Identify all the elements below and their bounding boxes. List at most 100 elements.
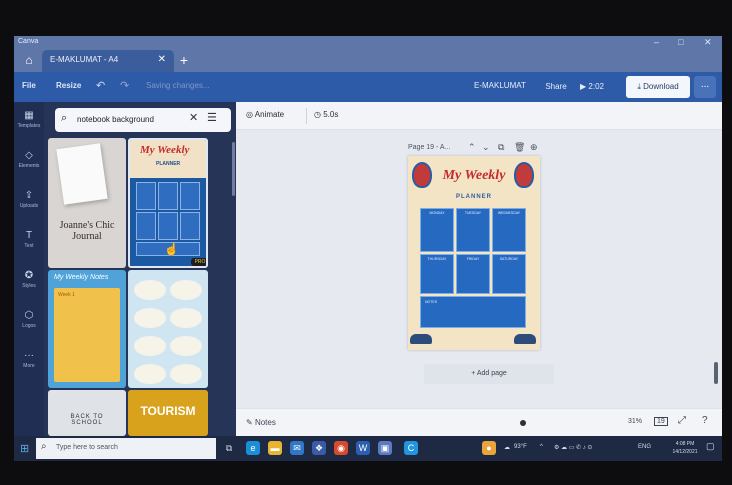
template-thumbnail-tourism[interactable]: TOURISM (128, 390, 208, 436)
weather-icon[interactable]: ☁ (504, 444, 510, 451)
rail-styles[interactable]: ✪ Styles (14, 270, 44, 289)
planner-subtitle: PLANNER (455, 194, 492, 200)
thumbnail-tag: Week 1 (58, 292, 75, 298)
fullscreen-icon[interactable]: ⤢ (678, 415, 686, 426)
tab-close-icon[interactable]: ✕ (158, 54, 166, 65)
day-label: TUESDAY (464, 211, 482, 215)
play-icon: ▶ (580, 82, 587, 91)
planner-cell (158, 212, 178, 240)
add-page-icon[interactable]: ⊕ (530, 142, 538, 153)
notification-icon[interactable]: ▢ (706, 441, 715, 452)
template-thumbnail-weekly-planner[interactable]: My Weekly PLANNER ☝ PRO (128, 138, 208, 268)
rail-templates[interactable]: ▦ Templates (14, 110, 44, 129)
notes-icon: ✎ (246, 418, 253, 427)
oval-shape (134, 336, 166, 356)
notes-button[interactable]: ✎ Notes (246, 418, 276, 427)
rail-elements[interactable]: ◇ Elements (14, 150, 44, 169)
canvas-scrollbar[interactable] (714, 362, 718, 384)
home-icon[interactable]: ⌂ (18, 50, 40, 70)
uploads-icon: ⇪ (24, 190, 34, 201)
day-label: MONDAY (429, 211, 445, 215)
language-indicator[interactable]: ENG (638, 444, 651, 450)
new-tab-button[interactable]: + (174, 50, 194, 70)
minimize-button[interactable]: – (654, 37, 659, 47)
photo-frame: Canva – □ ✕ ⌂ E-MAKLUMAT - A4 ✕ + File R… (0, 0, 732, 485)
search-input[interactable]: ⌕ notebook background ✕ ☰ (55, 108, 231, 132)
file-menu[interactable]: File (22, 81, 36, 90)
text-icon: T (25, 230, 33, 241)
file-explorer-icon[interactable]: ▬ (268, 441, 282, 455)
chrome-icon[interactable]: ◉ (334, 441, 348, 455)
redo-icon[interactable]: ↷ (120, 79, 129, 92)
store-icon[interactable]: ▣ (378, 441, 392, 455)
search-icon: ⌕ (61, 112, 68, 124)
animate-button[interactable]: ◎ Animate (246, 110, 284, 119)
rail-logos[interactable]: ⬡ Logos (14, 310, 44, 329)
page-title[interactable]: Page 19 - A... (408, 144, 450, 151)
help-icon[interactable]: ? (702, 415, 708, 426)
move-page-down-icon[interactable]: ⌄ (482, 142, 490, 153)
present-button[interactable]: ▶ 2:02 (580, 77, 618, 97)
template-thumbnail-ovals[interactable] (128, 270, 208, 388)
edge-icon[interactable]: e (246, 441, 260, 455)
rail-label: Text (24, 243, 34, 249)
close-window-button[interactable]: ✕ (704, 37, 712, 48)
add-page-button[interactable]: + Add page (424, 364, 554, 384)
oval-shape (170, 364, 202, 384)
timer-icon: ◷ (314, 110, 321, 119)
elements-icon: ◇ (25, 150, 33, 161)
tray-chevron-icon[interactable]: ^ (540, 444, 543, 450)
canvas-footer: ✎ Notes 31% 19 ⤢ ? (236, 408, 722, 436)
more-button[interactable]: ... (694, 76, 716, 98)
duplicate-page-icon[interactable]: ⧉ (498, 142, 504, 153)
word-icon[interactable]: W (356, 441, 370, 455)
move-page-up-icon[interactable]: ⌃ (468, 142, 476, 153)
canvas-toolbar: ◎ Animate ◷ 5.0s (236, 102, 722, 130)
hot-air-balloon-left (412, 162, 432, 188)
template-thumbnail-weekly-notes[interactable]: My Weekly Notes Week 1 (48, 270, 126, 388)
search-icon: ⌕ (41, 441, 47, 452)
weather-temp[interactable]: 93°F (514, 444, 527, 450)
delete-page-icon[interactable]: 🗑 (514, 142, 525, 153)
clock[interactable]: 4:08 PM 14/12/2021 (668, 440, 702, 456)
share-button[interactable]: Share (538, 77, 574, 97)
notification-app-icon[interactable]: ● (482, 441, 496, 455)
document-name[interactable]: E-MAKLUMAT (474, 81, 526, 90)
page-count-button[interactable]: 19 (654, 415, 668, 426)
planner-title: My Weekly (442, 168, 506, 183)
undo-icon[interactable]: ↶ (96, 79, 105, 92)
oval-shape (170, 308, 202, 328)
filter-icon[interactable]: ☰ (207, 111, 217, 124)
clear-icon[interactable]: ✕ (189, 111, 198, 124)
thumbnail-title: Joanne's Chic Journal (59, 220, 115, 242)
zoom-level[interactable]: 31% (628, 418, 642, 425)
planner-page[interactable]: My Weekly PLANNER MONDAY TUESDAY WEDNESD… (408, 156, 540, 350)
panel-scrollbar[interactable] (232, 142, 235, 196)
pro-badge: PRO (191, 258, 206, 266)
canva-icon[interactable]: C (404, 441, 418, 455)
mail-icon[interactable]: ✉ (290, 441, 304, 455)
duration-button[interactable]: ◷ 5.0s (314, 110, 338, 119)
zoom-slider-handle[interactable] (520, 420, 526, 426)
tab-document[interactable]: E-MAKLUMAT - A4 ✕ (42, 50, 174, 72)
oval-shape (170, 336, 202, 356)
rail-more[interactable]: ··· More (14, 350, 44, 369)
day-box: FRIDAY (456, 254, 490, 294)
template-thumbnail-back-to-school[interactable]: BACK TO SCHOOL (48, 390, 126, 436)
download-button[interactable]: ⤓ Download (626, 76, 690, 98)
rail-text[interactable]: T Text (14, 230, 44, 249)
task-view-icon[interactable]: ⧉ (222, 441, 236, 455)
rail-label: Elements (18, 163, 40, 169)
tray-icons[interactable]: ⚙ ☁ ▭ ✆ ♪ ⊙ (554, 444, 592, 451)
maximize-button[interactable]: □ (678, 37, 683, 47)
template-thumbnail-journal[interactable]: Joanne's Chic Journal (48, 138, 126, 268)
taskbar-search-input[interactable]: ⌕ Type here to search (36, 438, 216, 459)
dropbox-icon[interactable]: ❖ (312, 441, 326, 455)
hot-air-balloon-right (514, 162, 534, 188)
rail-uploads[interactable]: ⇪ Uploads (14, 190, 44, 209)
resize-menu[interactable]: Resize (56, 81, 81, 90)
rail-label: More (23, 363, 35, 369)
thumbnail-title: My Weekly Notes (54, 274, 109, 281)
windows-start-icon[interactable]: ⊞ (20, 442, 29, 455)
logos-icon: ⬡ (24, 310, 34, 321)
